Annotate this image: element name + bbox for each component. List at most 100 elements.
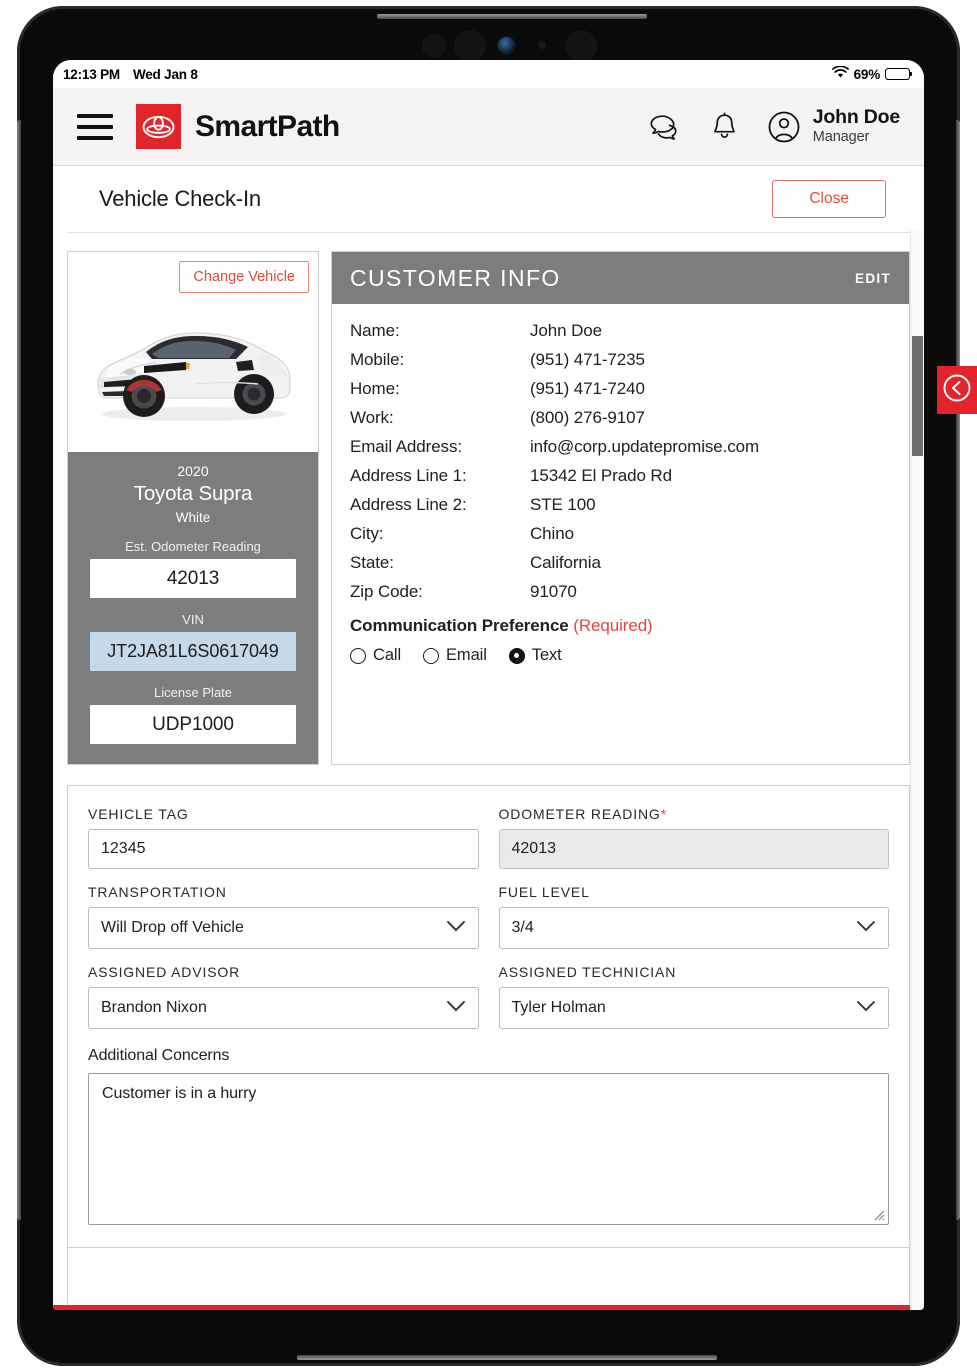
customer-info-body: Name: John Doe Mobile: (951) 471-7235 Ho… — [332, 304, 909, 679]
user-role: Manager — [813, 129, 900, 145]
close-button[interactable]: Close — [772, 180, 886, 218]
vehicle-year: 2020 — [90, 463, 296, 479]
communication-preference-label: Communication Preference (Required) — [350, 616, 891, 636]
radio-option-text[interactable]: Text — [509, 646, 562, 665]
customer-field-row: Name: John Doe — [350, 321, 891, 341]
odometer-field-label: Est. Odometer Reading — [90, 539, 296, 554]
fuel-level-value: 3/4 — [512, 919, 534, 937]
hamburger-menu-icon[interactable] — [77, 112, 113, 142]
vin-field-label: VIN — [90, 612, 296, 627]
assigned-technician-select[interactable]: Tyler Holman — [499, 987, 890, 1029]
toyota-logo-icon — [136, 104, 181, 149]
vehicle-color: White — [90, 510, 296, 525]
customer-field-row: Mobile: (951) 471-7235 — [350, 350, 891, 370]
customer-field-value: STE 100 — [530, 495, 595, 515]
customer-edit-button[interactable]: EDIT — [855, 271, 891, 286]
status-bar-indicators: 69% — [832, 66, 910, 82]
device-sensor — [565, 30, 597, 62]
page-content: Change Vehicle — [53, 233, 924, 1310]
odometer-value[interactable]: 42013 — [90, 559, 296, 598]
customer-field-label: Email Address: — [350, 437, 530, 457]
odometer-reading-label: ODOMETER READING* — [499, 806, 890, 822]
customer-field-label: State: — [350, 553, 530, 573]
assigned-advisor-label: ASSIGNED ADVISOR — [88, 964, 479, 980]
device-sensor — [538, 41, 546, 49]
comm-pref-text: Communication Preference — [350, 616, 569, 635]
resize-handle-icon[interactable] — [872, 1208, 885, 1221]
page-scrollbar-thumb[interactable] — [912, 336, 923, 456]
user-avatar-icon — [766, 109, 802, 145]
customer-field-label: City: — [350, 524, 530, 544]
chevron-down-icon — [446, 919, 466, 937]
brand-name: SmartPath — [195, 110, 340, 144]
transportation-label: TRANSPORTATION — [88, 884, 479, 900]
customer-field-label: Work: — [350, 408, 530, 428]
odometer-reading-label-text: ODOMETER READING — [499, 806, 661, 822]
change-vehicle-button[interactable]: Change Vehicle — [179, 261, 309, 293]
chat-bubbles-icon[interactable] — [646, 108, 684, 146]
customer-field-label: Address Line 1: — [350, 466, 530, 486]
vehicle-details: 2020 Toyota Supra White Est. Odometer Re… — [68, 452, 318, 764]
ios-status-bar: 12:13 PM Wed Jan 8 69% — [53, 60, 924, 88]
device-sensor — [422, 34, 446, 58]
bell-icon[interactable] — [706, 108, 744, 146]
fuel-level-select[interactable]: 3/4 — [499, 907, 890, 949]
form-grid: VEHICLE TAG 12345 ODOMETER READING* 4201… — [88, 806, 889, 1044]
page-title-bar: Vehicle Check-In Close — [67, 166, 910, 233]
header-actions: John Doe Manager — [646, 107, 908, 145]
brand-block: SmartPath — [136, 104, 340, 149]
customer-info-title: CUSTOMER INFO — [350, 265, 561, 292]
radio-circle-icon — [423, 648, 439, 664]
fuel-level-label: FUEL LEVEL — [499, 884, 890, 900]
radio-option-call[interactable]: Call — [350, 646, 401, 665]
radio-label: Text — [532, 646, 562, 665]
user-profile-block[interactable]: John Doe Manager — [766, 107, 900, 145]
page-title: Vehicle Check-In — [99, 186, 261, 212]
field-group-vehicle-tag: VEHICLE TAG 12345 — [88, 806, 479, 869]
customer-field-value: 15342 El Prado Rd — [530, 466, 672, 486]
radio-option-email[interactable]: Email — [423, 646, 487, 665]
status-bar-time: 12:13 PM — [63, 67, 120, 82]
device-sensor — [454, 30, 486, 62]
radio-label: Email — [446, 646, 487, 665]
device-edge-right — [956, 120, 960, 1220]
customer-field-value: info@corp.updatepromise.com — [530, 437, 759, 457]
device-bottom-antenna-strip — [297, 1355, 717, 1360]
customer-field-label: Home: — [350, 379, 530, 399]
assigned-advisor-value: Brandon Nixon — [101, 999, 207, 1017]
transportation-value: Will Drop off Vehicle — [101, 919, 244, 937]
transportation-select[interactable]: Will Drop off Vehicle — [88, 907, 479, 949]
radio-label: Call — [373, 646, 401, 665]
customer-field-row: Home: (951) 471-7240 — [350, 379, 891, 399]
vehicle-tag-input[interactable]: 12345 — [88, 829, 479, 869]
license-plate-value[interactable]: UDP1000 — [90, 705, 296, 744]
radio-circle-icon — [350, 648, 366, 664]
additional-concerns-textarea[interactable]: Customer is in a hurry — [88, 1073, 889, 1225]
customer-field-row: City: Chino — [350, 524, 891, 544]
chevron-down-icon — [856, 999, 876, 1017]
field-group-odometer-reading: ODOMETER READING* 42013 — [499, 806, 890, 869]
vehicle-model: Toyota Supra — [90, 482, 296, 506]
customer-field-value: (800) 276-9107 — [530, 408, 645, 428]
customer-info-header: CUSTOMER INFO EDIT — [332, 252, 909, 304]
app-header: SmartPath — [53, 88, 924, 166]
comm-pref-required-text: (Required) — [573, 616, 652, 635]
page-scrollbar[interactable] — [910, 230, 924, 1310]
assigned-advisor-select[interactable]: Brandon Nixon — [88, 987, 479, 1029]
customer-info-panel: CUSTOMER INFO EDIT Name: John Doe Mobile… — [331, 251, 910, 765]
odometer-reading-input[interactable]: 42013 — [499, 829, 890, 869]
vin-value[interactable]: JT2JA81L6S0617049 — [90, 632, 296, 671]
assigned-technician-label: ASSIGNED TECHNICIAN — [499, 964, 890, 980]
customer-field-value: 91070 — [530, 582, 577, 602]
chevron-down-icon — [446, 999, 466, 1017]
battery-percent-label: 69% — [854, 67, 880, 82]
field-group-fuel-level: FUEL LEVEL 3/4 — [499, 884, 890, 949]
customer-field-row: State: California — [350, 553, 891, 573]
lower-empty-panel — [67, 1248, 910, 1310]
device-top-antenna-strip — [377, 14, 647, 19]
collapse-panel-tab-button[interactable] — [937, 366, 977, 414]
battery-icon — [885, 68, 910, 80]
check-in-form-panel: VEHICLE TAG 12345 ODOMETER READING* 4201… — [67, 785, 910, 1248]
license-plate-field-label: License Plate — [90, 685, 296, 700]
customer-field-value: California — [530, 553, 601, 573]
